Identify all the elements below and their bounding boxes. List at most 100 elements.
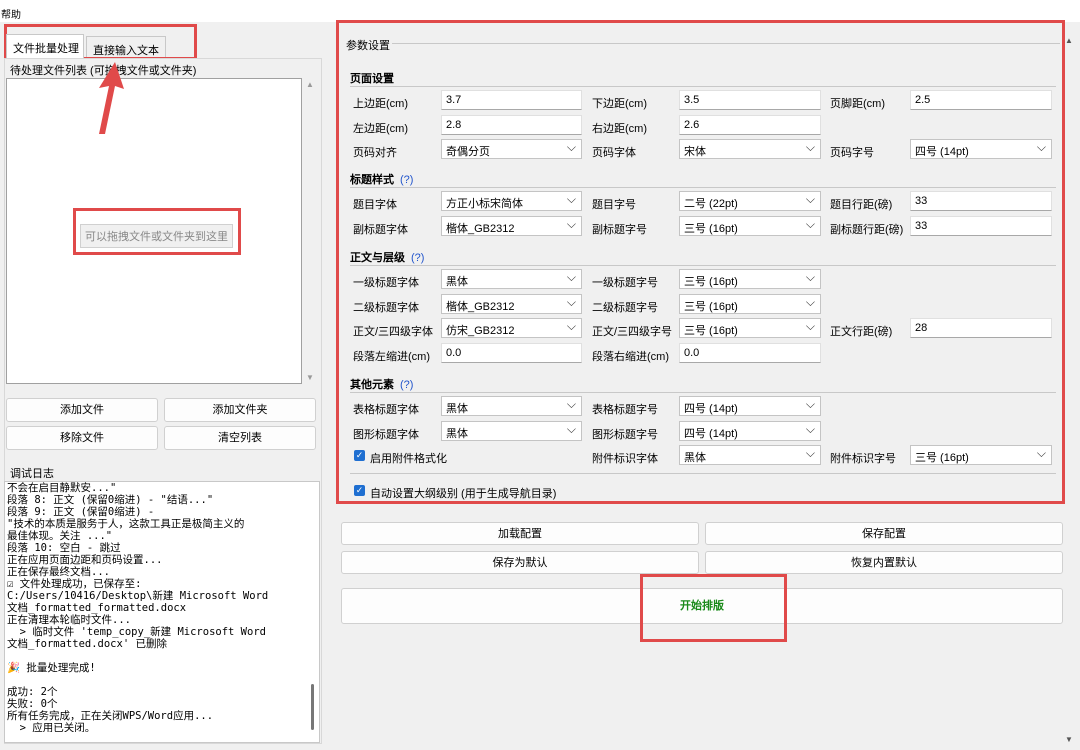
add-file-button[interactable]: 添加文件 (6, 398, 158, 422)
pagenum-size-select[interactable]: 四号 (14pt) (910, 139, 1052, 159)
subtitle-size-select[interactable]: 三号 (16pt) (679, 216, 821, 236)
log-line: > 临时文件 'temp_copy_新建 Microsoft Word (7, 626, 266, 638)
divider (350, 187, 1056, 188)
attachment-enable-checkbox[interactable]: ✓ (354, 450, 365, 461)
log-line: 失败: 0个 (7, 698, 58, 710)
text-size-label: 正文/三四级字号 (592, 326, 673, 338)
subtitle-spacing-label: 副标题行距(磅) (830, 224, 904, 236)
bottom-margin-input[interactable]: 3.5 (679, 90, 821, 110)
log-line: C:/Users/10416/Desktop\新建 Microsoft Word (7, 590, 269, 602)
figure-title-size-select[interactable]: 四号 (14pt) (679, 421, 821, 441)
start-formatting-button[interactable]: 开始排版 (341, 588, 1063, 624)
log-line: 段落 9: 正文 (保留0缩进) - (7, 506, 155, 518)
clear-list-button[interactable]: 清空列表 (164, 426, 316, 450)
title-font-label: 题目字体 (353, 199, 397, 211)
top-margin-input[interactable]: 3.7 (441, 90, 582, 110)
table-title-size-select[interactable]: 四号 (14pt) (679, 396, 821, 416)
load-config-button[interactable]: 加载配置 (341, 522, 699, 545)
title-spacing-input[interactable]: 33 (910, 191, 1052, 211)
subtitle-font-select[interactable]: 楷体_GB2312 (441, 216, 582, 236)
restore-default-button[interactable]: 恢复内置默认 (705, 551, 1063, 574)
section-other-elements: 其他元素 (?) (350, 379, 414, 391)
log-line: 🎉 批量处理完成! (7, 662, 96, 674)
top-margin-label: 上边距(cm) (353, 98, 408, 110)
params-scroll-down-icon[interactable]: ▼ (1065, 735, 1073, 744)
h2-font-select[interactable]: 楷体_GB2312 (441, 294, 582, 314)
debug-log-scrollbar[interactable] (311, 684, 314, 730)
left-margin-input[interactable]: 2.8 (441, 115, 582, 135)
log-line: 正在应用页面边距和页码设置... (7, 554, 163, 566)
log-line: ☑ 文件处理成功，已保存至: (7, 578, 142, 590)
scroll-down-icon[interactable]: ▼ (306, 373, 314, 382)
title-font-select[interactable]: 方正小标宋简体 (441, 191, 582, 211)
other-help-icon[interactable]: (?) (400, 379, 413, 391)
text-font-select[interactable]: 仿宋_GB2312 (441, 318, 582, 338)
table-title-size-label: 表格标题字号 (592, 404, 658, 416)
scroll-up-icon[interactable]: ▲ (306, 80, 314, 89)
figure-title-font-select[interactable]: 黑体 (441, 421, 582, 441)
left-indent-input[interactable]: 0.0 (441, 343, 582, 363)
attachment-font-label: 附件标识字体 (592, 453, 658, 465)
section-page-settings: 页面设置 (350, 73, 394, 85)
text-spacing-input[interactable]: 28 (910, 318, 1052, 338)
body-help-icon[interactable]: (?) (411, 252, 424, 264)
divider (350, 473, 1056, 474)
footer-distance-input[interactable]: 2.5 (910, 90, 1052, 110)
log-line: 文档_formatted.docx' 已删除 (7, 638, 167, 650)
h1-size-select[interactable]: 三号 (16pt) (679, 269, 821, 289)
divider (350, 392, 1056, 393)
attachment-font-select[interactable]: 黑体 (679, 445, 821, 465)
menu-bar: 帮助 (0, 0, 1080, 22)
divider (350, 86, 1056, 87)
h1-font-select[interactable]: 黑体 (441, 269, 582, 289)
pagenum-font-label: 页码字体 (592, 147, 636, 159)
params-scroll-up-icon[interactable]: ▲ (1065, 36, 1073, 45)
file-list-scrollbar[interactable]: ▲ ▼ (303, 78, 318, 384)
figure-title-size-label: 图形标题字号 (592, 429, 658, 441)
pagenum-font-select[interactable]: 宋体 (679, 139, 821, 159)
attachment-size-select[interactable]: 三号 (16pt) (910, 445, 1052, 465)
figure-title-font-label: 图形标题字体 (353, 429, 419, 441)
params-title-divider (392, 43, 1060, 44)
text-spacing-label: 正文行距(磅) (830, 326, 893, 338)
right-margin-input[interactable]: 2.6 (679, 115, 821, 135)
title-size-select[interactable]: 二号 (22pt) (679, 191, 821, 211)
text-size-select[interactable]: 三号 (16pt) (679, 318, 821, 338)
log-line: 段落 10: 空白 - 跳过 (7, 542, 121, 554)
right-margin-label: 右边距(cm) (592, 123, 647, 135)
bottom-margin-label: 下边距(cm) (592, 98, 647, 110)
attachment-enable-label: 启用附件格式化 (370, 453, 447, 465)
save-default-button[interactable]: 保存为默认 (341, 551, 699, 574)
h2-size-select[interactable]: 三号 (16pt) (679, 294, 821, 314)
params-title: 参数设置 (346, 40, 390, 52)
log-line: 成功: 2个 (7, 686, 58, 698)
tab-batch-processing[interactable]: 文件批量处理 (6, 34, 84, 58)
footer-distance-label: 页脚距(cm) (830, 98, 885, 110)
log-line: > 应用已关闭。 (7, 722, 96, 732)
section-title-style: 标题样式 (?) (350, 174, 414, 186)
auto-outline-checkbox[interactable]: ✓ (354, 485, 365, 496)
table-title-font-label: 表格标题字体 (353, 404, 419, 416)
tab-direct-input[interactable]: 直接输入文本 (86, 36, 166, 58)
subtitle-spacing-input[interactable]: 33 (910, 216, 1052, 236)
table-title-font-select[interactable]: 黑体 (441, 396, 582, 416)
title-help-icon[interactable]: (?) (400, 174, 413, 186)
log-line: 所有任务完成，正在关闭WPS/Word应用... (7, 710, 214, 722)
save-config-button[interactable]: 保存配置 (705, 522, 1063, 545)
right-indent-input[interactable]: 0.0 (679, 343, 821, 363)
menu-help[interactable]: 帮助 (1, 6, 21, 21)
h1-size-label: 一级标题字号 (592, 277, 658, 289)
log-line: 段落 8: 正文 (保留0缩进) - "结语..." (7, 494, 214, 506)
pagenum-align-select[interactable]: 奇偶分页 (441, 139, 582, 159)
debug-log-panel[interactable]: 不会在启目静默安..." 段落 8: 正文 (保留0缩进) - "结语..." 段落… (4, 481, 320, 743)
remove-file-button[interactable]: 移除文件 (6, 426, 158, 450)
drop-hint: 可以拖拽文件或文件夹到这里 (80, 224, 233, 248)
subtitle-size-label: 副标题字号 (592, 224, 647, 236)
pagenum-align-label: 页码对齐 (353, 147, 397, 159)
subtitle-font-label: 副标题字体 (353, 224, 408, 236)
log-line: 正在清理本轮临时文件... (7, 614, 131, 626)
params-scrollbar[interactable]: ▲ ▼ (1063, 32, 1075, 748)
add-folder-button[interactable]: 添加文件夹 (164, 398, 316, 422)
log-line: 不会在启目静默安..." (7, 482, 117, 494)
